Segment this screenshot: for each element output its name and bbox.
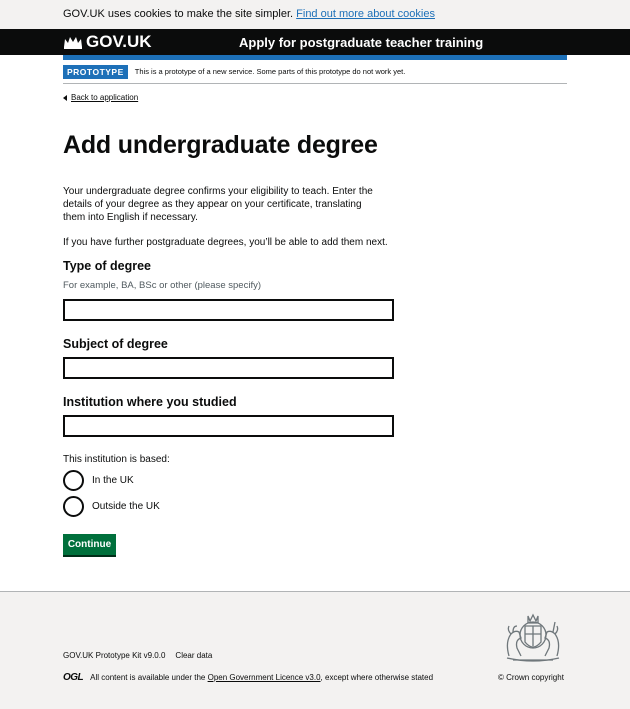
footer-prototype-kit-version: GOV.UK Prototype Kit v9.0.0 xyxy=(63,651,166,660)
radio-in-uk[interactable]: In the UK xyxy=(63,470,134,491)
crown-icon xyxy=(64,37,82,49)
institution-label: Institution where you studied xyxy=(63,395,237,409)
cookie-banner: GOV.UK uses cookies to make the site sim… xyxy=(0,0,630,29)
radio-circle[interactable] xyxy=(63,496,84,517)
crown-copyright-link[interactable]: © Crown copyright xyxy=(498,673,564,682)
continue-button[interactable]: Continue xyxy=(63,534,116,555)
royal-coat-of-arms-icon xyxy=(506,613,560,662)
intro-text-2: If you have further postgraduate degrees… xyxy=(63,237,388,248)
service-name[interactable]: Apply for postgraduate teacher training xyxy=(239,35,483,50)
intro-text: Your undergraduate degree confirms your … xyxy=(63,186,373,223)
phase-tag: PROTOTYPE xyxy=(63,64,128,79)
location-legend: This institution is based: xyxy=(63,454,170,465)
phase-text: This is a prototype of a new service. So… xyxy=(134,67,406,76)
institution-input[interactable] xyxy=(63,415,394,437)
site-footer: GOV.UK Prototype Kit v9.0.0 Clear data O… xyxy=(0,591,630,709)
degree-type-label: Type of degree xyxy=(63,259,151,273)
degree-type-hint: For example, BA, BSc or other (please sp… xyxy=(63,280,261,291)
phase-banner: PROTOTYPE This is a prototype of a new s… xyxy=(63,60,567,84)
govuk-logo[interactable]: GOV.UK xyxy=(63,33,152,51)
licence-row: OGL All content is available under the O… xyxy=(63,672,433,683)
site-header: GOV.UK Apply for postgraduate teacher tr… xyxy=(0,29,630,55)
ogl-logo-icon: OGL xyxy=(63,672,84,683)
page-title: Add undergraduate degree xyxy=(63,131,378,159)
logo-text: GOV.UK xyxy=(86,32,152,51)
licence-prefix: All content is available under the xyxy=(90,673,206,682)
degree-type-input[interactable] xyxy=(63,299,394,321)
footer-links: GOV.UK Prototype Kit v9.0.0 Clear data xyxy=(63,651,222,660)
cookie-info-link[interactable]: Find out more about cookies xyxy=(296,8,435,20)
subject-input[interactable] xyxy=(63,357,394,379)
licence-link[interactable]: Open Government Licence v3.0 xyxy=(208,673,321,682)
subject-label: Subject of degree xyxy=(63,337,168,351)
radio-label-in-uk[interactable]: In the UK xyxy=(92,475,134,486)
licence-suffix: , except where otherwise stated xyxy=(320,673,434,682)
footer-clear-data-link[interactable]: Clear data xyxy=(175,651,212,660)
back-arrow-icon xyxy=(63,94,67,101)
back-link-label: Back to application xyxy=(71,93,139,102)
radio-label-outside-uk[interactable]: Outside the UK xyxy=(92,501,160,512)
back-link[interactable]: Back to application xyxy=(63,93,138,102)
radio-outside-uk[interactable]: Outside the UK xyxy=(63,496,160,517)
cookie-banner-text: GOV.UK uses cookies to make the site sim… xyxy=(63,8,294,20)
radio-circle[interactable] xyxy=(63,470,84,491)
